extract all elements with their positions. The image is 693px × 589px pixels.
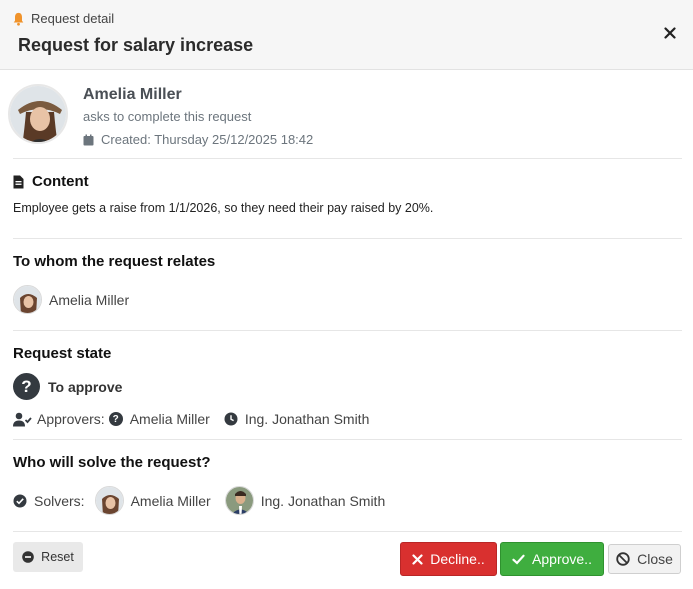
- state-label: To approve: [48, 378, 123, 395]
- decline-label: Decline..: [430, 551, 485, 567]
- divider: [13, 330, 682, 331]
- divider: [13, 158, 682, 159]
- approver-name[interactable]: Amelia Miller: [130, 411, 210, 427]
- clock-icon: [224, 412, 238, 426]
- bell-icon: [13, 12, 24, 26]
- created-date: Created: Thursday 25/12/2025 18:42: [83, 132, 313, 147]
- requester-subtitle: asks to complete this request: [83, 109, 252, 124]
- close-button[interactable]: Close: [608, 544, 681, 574]
- approvers-row: Approvers: ? Amelia Miller Ing. Jonathan…: [13, 408, 369, 430]
- solver-name: Ing. Jonathan Smith: [260, 492, 386, 509]
- calendar-icon: [83, 134, 94, 145]
- avatar: [224, 486, 254, 515]
- kicker-label: Request detail: [31, 11, 115, 26]
- solvers-row: Solvers: Amelia Miller Ing. Jonathan Smi…: [13, 486, 385, 515]
- reset-label: Reset: [41, 550, 74, 564]
- decline-button[interactable]: Decline..: [400, 542, 497, 576]
- state-value: ? To approve: [13, 373, 122, 400]
- solvers-heading: Who will solve the request?: [13, 454, 211, 471]
- close-label: Close: [637, 551, 673, 567]
- divider: [13, 531, 682, 532]
- question-icon: ?: [108, 412, 123, 426]
- check-circle-icon: [13, 494, 27, 507]
- approve-button[interactable]: Approve..: [500, 542, 604, 576]
- content-heading-label: Content: [32, 173, 89, 190]
- approvers-label: Approvers:: [37, 411, 105, 427]
- header-kicker: Request detail: [12, 11, 114, 26]
- created-label: Created: Thursday 25/12/2025 18:42: [101, 132, 314, 147]
- close-icon[interactable]: [659, 22, 681, 44]
- user-check-icon: [13, 412, 32, 426]
- related-person-name: Amelia Miller: [49, 291, 130, 308]
- content-heading: Content: [13, 173, 89, 190]
- question-icon: ?: [13, 373, 40, 400]
- reset-button[interactable]: Reset: [13, 542, 83, 572]
- solver-name: Amelia Miller: [130, 492, 211, 509]
- page-title: Request for salary increase: [18, 35, 254, 55]
- ban-icon: [616, 552, 630, 566]
- solvers-label: Solvers:: [34, 492, 85, 509]
- minus-circle-icon: [22, 551, 34, 563]
- x-icon: [412, 553, 423, 565]
- solver-person[interactable]: Ing. Jonathan Smith: [224, 486, 386, 515]
- state-heading: Request state: [13, 345, 112, 362]
- requester-avatar: [8, 84, 68, 144]
- avatar: [13, 285, 42, 314]
- solver-person[interactable]: Amelia Miller: [94, 486, 211, 515]
- approver-name[interactable]: Ing. Jonathan Smith: [245, 411, 370, 427]
- requester-name: Amelia Miller: [83, 86, 182, 103]
- divider: [13, 238, 682, 239]
- modal-header: Request detail Request for salary increa…: [0, 0, 693, 70]
- file-icon: [13, 175, 24, 188]
- divider: [13, 439, 682, 440]
- related-person[interactable]: Amelia Miller: [13, 285, 129, 314]
- approve-label: Approve..: [532, 551, 592, 567]
- content-text: Employee gets a raise from 1/1/2026, so …: [13, 201, 434, 215]
- check-icon: [512, 554, 525, 565]
- avatar: [94, 486, 124, 515]
- relates-heading: To whom the request relates: [13, 253, 216, 270]
